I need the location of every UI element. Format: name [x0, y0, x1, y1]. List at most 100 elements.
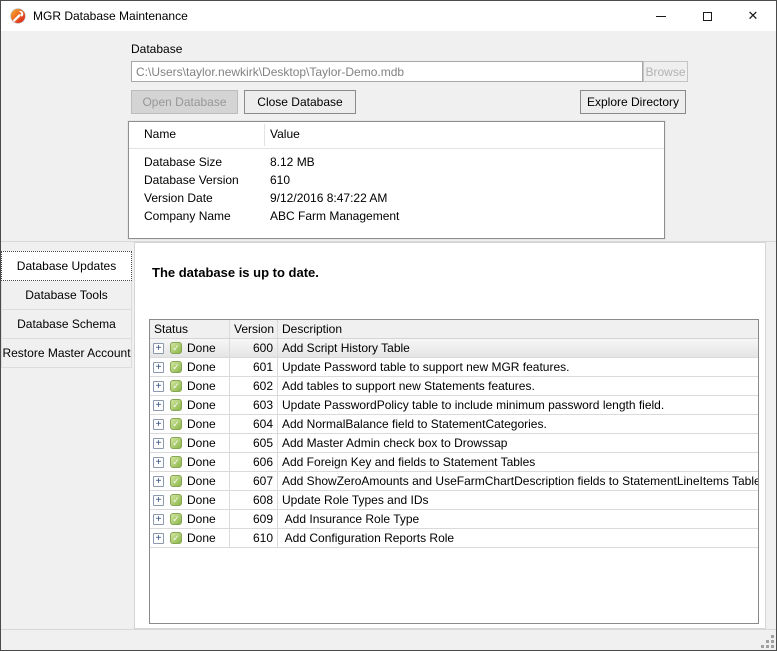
done-check-icon: ✓: [170, 361, 182, 373]
update-row[interactable]: +✓Done610 Add Configuration Reports Role: [150, 529, 758, 548]
column-header-status[interactable]: Status: [150, 320, 230, 338]
expand-plus-icon[interactable]: +: [153, 438, 164, 449]
open-database-button[interactable]: Open Database: [131, 90, 238, 114]
info-value: 610: [270, 171, 290, 189]
close-icon[interactable]: [730, 1, 776, 31]
version-cell: 607: [230, 472, 278, 490]
resize-grip-icon[interactable]: [760, 634, 774, 648]
version-cell: 601: [230, 358, 278, 376]
description-cell: Add NormalBalance field to StatementCate…: [278, 415, 758, 433]
database-section: Database Browse Open Database Close Data…: [1, 31, 777, 242]
description-cell: Add ShowZeroAmounts and UseFarmChartDesc…: [278, 472, 758, 490]
update-row[interactable]: +✓Done603Update PasswordPolicy table to …: [150, 396, 758, 415]
version-cell: 604: [230, 415, 278, 433]
database-label: Database: [131, 42, 182, 56]
status-cell: + ✓ Done: [150, 415, 230, 433]
update-row[interactable]: +✓Done608Update Role Types and IDs: [150, 491, 758, 510]
status-label: Done: [187, 434, 216, 452]
info-row: Company Name ABC Farm Management: [129, 207, 664, 225]
status-cell: + ✓ Done: [150, 339, 230, 357]
tab-database-tools[interactable]: Database Tools: [1, 280, 132, 310]
status-label: Done: [187, 510, 216, 528]
expand-plus-icon[interactable]: +: [153, 476, 164, 487]
done-check-icon: ✓: [170, 418, 182, 430]
expand-plus-icon[interactable]: +: [153, 400, 164, 411]
status-label: Done: [187, 339, 216, 357]
expand-plus-icon[interactable]: +: [153, 362, 164, 373]
column-header-version[interactable]: Version: [230, 320, 278, 338]
update-row[interactable]: +✓Done607Add ShowZeroAmounts and UseFarm…: [150, 472, 758, 491]
expand-plus-icon[interactable]: +: [153, 533, 164, 544]
info-value: 9/12/2016 8:47:22 AM: [270, 189, 387, 207]
column-header-description[interactable]: Description: [278, 320, 758, 338]
close-database-button[interactable]: Close Database: [244, 90, 356, 114]
version-cell: 610: [230, 529, 278, 547]
update-row[interactable]: + ✓ Done 604Add NormalBalance field to Stat…: [150, 415, 758, 434]
update-row[interactable]: + ✓ Done 600Add Script History Table: [150, 339, 758, 358]
version-cell: 600: [230, 339, 278, 357]
info-value: ABC Farm Management: [270, 207, 399, 225]
done-check-icon: ✓: [170, 513, 182, 525]
expand-plus-icon[interactable]: +: [153, 495, 164, 506]
expand-plus-icon[interactable]: +: [153, 514, 164, 525]
info-name: Database Version: [144, 171, 239, 189]
update-row[interactable]: +✓Done602Add tables to support new State…: [150, 377, 758, 396]
status-cell: +✓Done: [150, 396, 230, 414]
info-row: Database Version 610: [129, 171, 664, 189]
info-name: Version Date: [144, 189, 213, 207]
done-check-icon: ✓: [170, 456, 182, 468]
info-name: Company Name: [144, 207, 231, 225]
updates-table: Status Version Description +✓Done600Add …: [149, 319, 759, 624]
done-check-icon: ✓: [170, 532, 182, 544]
updates-table-body: +✓Done600Add Script History Table+✓Done6…: [150, 339, 758, 548]
description-cell: Add Insurance Role Type: [278, 510, 758, 528]
explore-directory-button[interactable]: Explore Directory: [580, 90, 686, 114]
version-cell: 606: [230, 453, 278, 471]
expand-plus-icon[interactable]: +: [153, 419, 164, 430]
status-label: Done: [187, 415, 216, 433]
tab-database-updates[interactable]: Database Updates: [1, 251, 132, 281]
status-cell: +✓Done: [150, 529, 230, 547]
description-cell: Add Foreign Key and fields to Statement …: [278, 453, 758, 471]
description-cell: Update Role Types and IDs: [278, 491, 758, 509]
minimize-icon[interactable]: [638, 1, 684, 31]
info-header-name: Name: [144, 127, 176, 141]
version-cell: 603: [230, 396, 278, 414]
status-strip: [1, 629, 777, 651]
version-cell: 609: [230, 510, 278, 528]
database-info-panel: Name Value Database Size8.12 MBDatabase …: [128, 121, 665, 239]
description-cell: Add tables to support new Statements fea…: [278, 377, 758, 395]
status-label: Done: [187, 396, 216, 414]
done-check-icon: ✓: [170, 494, 182, 506]
info-header-separator: [264, 124, 265, 146]
description-cell: Update PasswordPolicy table to include m…: [278, 396, 758, 414]
info-row: Version Date 9/12/2016 8:47:22 AM: [129, 189, 664, 207]
tab-restore-master-account[interactable]: Restore Master Account: [1, 338, 132, 368]
info-name: Database Size: [144, 153, 222, 171]
status-message: The database is up to date.: [152, 265, 319, 280]
database-path-input[interactable]: [131, 61, 643, 82]
expand-plus-icon[interactable]: +: [153, 381, 164, 392]
update-row[interactable]: + ✓ Done 606Add Foreign Key and fields to S…: [150, 453, 758, 472]
tab-database-schema[interactable]: Database Schema: [1, 309, 132, 339]
info-header-value: Value: [270, 127, 300, 141]
status-cell: +✓Done: [150, 377, 230, 395]
description-cell: Update Password table to support new MGR…: [278, 358, 758, 376]
version-cell: 605: [230, 434, 278, 452]
browse-button[interactable]: Browse: [643, 61, 688, 82]
expand-plus-icon[interactable]: +: [153, 343, 164, 354]
description-cell: Add Script History Table: [278, 339, 758, 357]
expand-plus-icon[interactable]: +: [153, 457, 164, 468]
done-check-icon: ✓: [170, 342, 182, 354]
status-cell: + ✓ Done: [150, 510, 230, 528]
status-label: Done: [187, 453, 216, 471]
update-row[interactable]: +✓Done605Add Master Admin check box to D…: [150, 434, 758, 453]
update-row[interactable]: +✓Done601Update Password table to suppor…: [150, 358, 758, 377]
done-check-icon: ✓: [170, 475, 182, 487]
status-cell: +✓Done: [150, 434, 230, 452]
status-cell: +✓Done: [150, 472, 230, 490]
info-rows: Database Size8.12 MBDatabase Version610V…: [129, 153, 664, 225]
maximize-icon[interactable]: [684, 1, 730, 31]
info-header-row: Name Value: [129, 127, 664, 147]
update-row[interactable]: + ✓ Done 609 Add Insurance Role Type: [150, 510, 758, 529]
